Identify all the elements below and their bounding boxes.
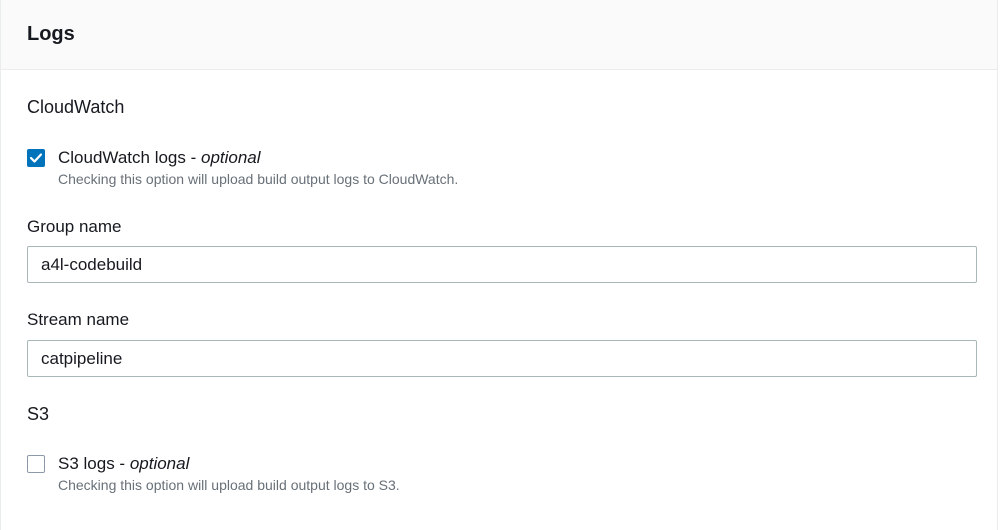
panel-header: Logs	[1, 0, 997, 70]
stream-name-input[interactable]	[27, 340, 977, 377]
cloudwatch-section-label: CloudWatch	[27, 97, 125, 117]
panel-title: Logs	[27, 23, 75, 45]
optional-tag: optional	[129, 454, 190, 473]
cloudwatch-logs-text: CloudWatch logs - optional Checking this…	[58, 147, 458, 189]
cloudwatch-logs-label: CloudWatch logs - optional	[58, 148, 261, 167]
logs-panel: Logs CloudWatch CloudWatch logs - option…	[0, 0, 998, 530]
group-name-input[interactable]	[27, 246, 977, 283]
s3-logs-text: S3 logs - optional Checking this option …	[58, 453, 400, 495]
checkmark-icon	[30, 153, 42, 163]
s3-logs-description: Checking this option will upload build o…	[58, 477, 400, 493]
s3-logs-label: S3 logs - optional	[58, 454, 190, 473]
group-name-label: Group name	[27, 217, 122, 236]
cloudwatch-logs-description: Checking this option will upload build o…	[58, 171, 459, 187]
s3-section-label: S3	[27, 404, 50, 424]
cloudwatch-logs-checkbox[interactable]	[27, 149, 45, 167]
optional-tag: optional	[200, 148, 261, 167]
s3-logs-option[interactable]: S3 logs - optional Checking this option …	[27, 453, 400, 495]
cloudwatch-logs-option[interactable]: CloudWatch logs - optional Checking this…	[27, 147, 458, 189]
s3-logs-checkbox[interactable]	[27, 455, 45, 473]
stream-name-label: Stream name	[27, 310, 130, 329]
